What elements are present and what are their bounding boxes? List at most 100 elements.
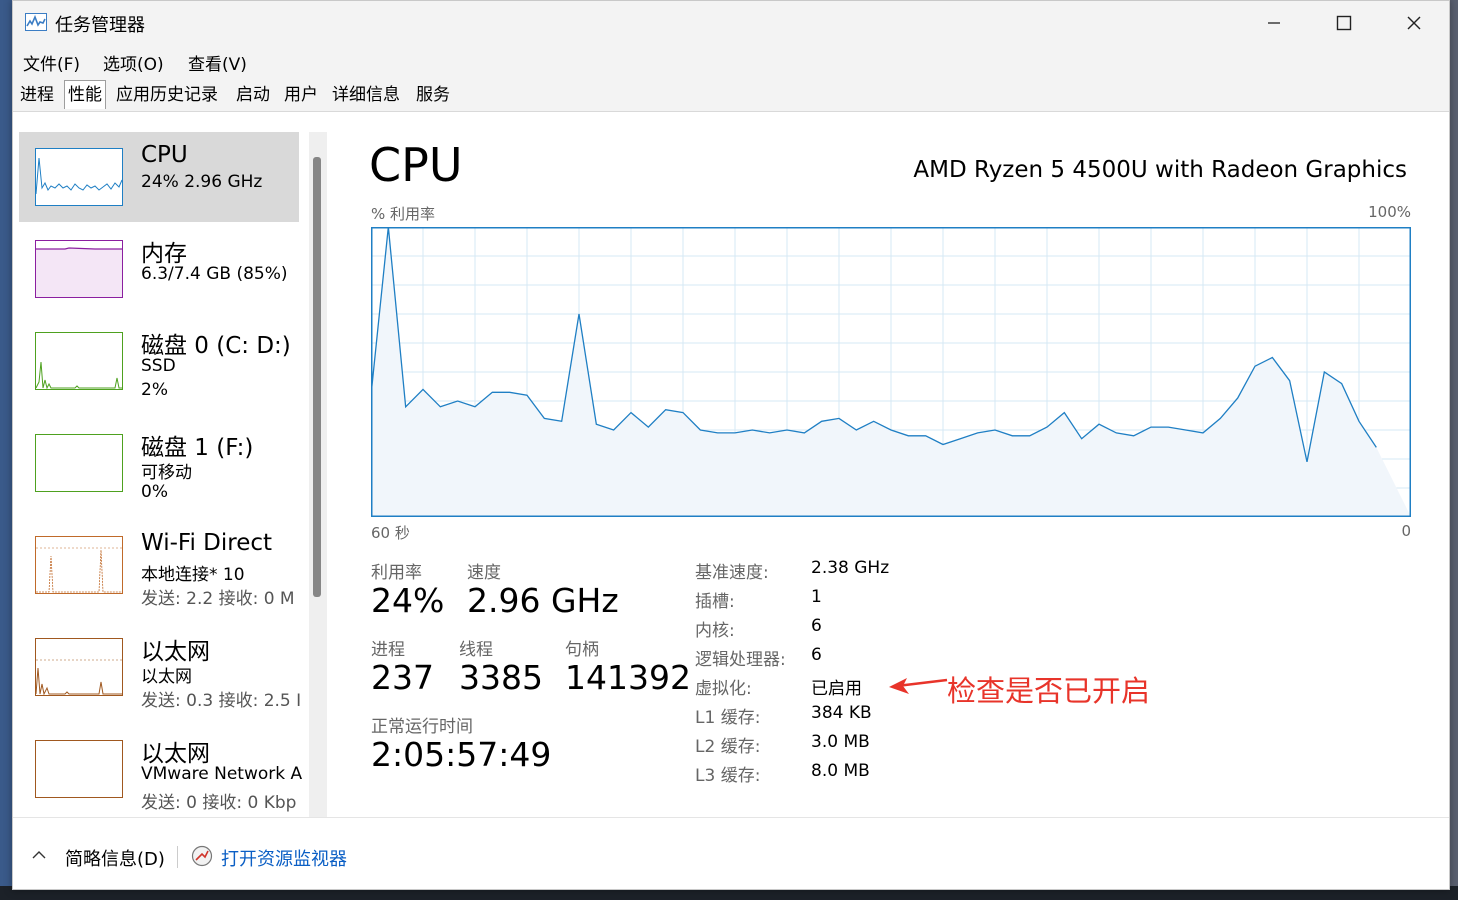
task-manager-window: 任务管理器 文件(F) 选项(O) 查看(V) 进程 性能 应用历史记录 启动 … [12,0,1450,890]
disk1-thumbnail-graph [35,434,123,492]
fewer-details-button[interactable]: 简略信息(D) [65,845,165,871]
minimize-button[interactable] [1239,1,1309,45]
tab-bar: 进程 性能 应用历史记录 启动 用户 详细信息 服务 [13,77,1449,112]
sidebar-item-disk-1-usage: 0% [141,482,168,502]
sidebar-scrollbar[interactable] [309,132,327,817]
l1-cache-value: 384 KB [811,703,872,723]
sidebar-item-ethernet-2[interactable]: 以太网 VMware Network A 发送: 0 接收: 0 Kbp [19,724,303,814]
tab-services[interactable]: 服务 [413,81,453,109]
annotation-arrow-icon [889,678,948,694]
sidebar-item-wifi-direct-throughput: 发送: 2.2 接收: 0 M [141,589,295,609]
graph-x-left-label: 60 秒 [371,524,410,542]
utilization-value: 24% [371,581,445,620]
cpu-thumbnail-graph [35,148,123,206]
sidebar-item-ethernet-2-throughput: 发送: 0 接收: 0 Kbp [141,793,297,813]
sockets-label: 插槽: [695,592,735,612]
footer-bar: 简略信息(D) 打开资源监视器 [13,817,1449,889]
sidebar-item-disk-0-name: 磁盘 0 (C: D:) [141,333,291,359]
title-bar: 任务管理器 [13,1,1449,45]
handles-label: 句柄 [565,640,599,660]
base-speed-label: 基准速度: [695,563,769,583]
tab-app-history[interactable]: 应用历史记录 [113,81,221,109]
sidebar-item-disk-0-usage: 2% [141,380,168,400]
close-button[interactable] [1379,1,1449,45]
cores-value: 6 [811,616,822,636]
tab-processes[interactable]: 进程 [17,81,57,109]
menu-view[interactable]: 查看(V) [188,50,247,75]
sidebar-item-memory-name: 内存 [141,241,187,267]
l3-cache-label: L3 缓存: [695,766,761,786]
sidebar-item-disk-0[interactable]: 磁盘 0 (C: D:) SSD 2% [19,316,299,406]
utilization-label: 利用率 [371,563,422,583]
sidebar-item-cpu-detail: 24% 2.96 GHz [141,172,263,192]
threads-value: 3385 [459,658,543,697]
l1-cache-label: L1 缓存: [695,708,761,728]
l2-cache-label: L2 缓存: [695,737,761,757]
uptime-value: 2:05:57:49 [371,735,552,774]
speed-label: 速度 [467,563,501,583]
resource-sidebar: CPU 24% 2.96 GHz 内存 6.3/7.4 GB (85%) 磁盘 … [13,112,331,817]
uptime-label: 正常运行时间 [371,717,473,737]
virtualization-value: 已启用 [811,679,862,699]
sidebar-item-ethernet-2-adapter: VMware Network A [141,764,303,784]
processes-value: 237 [371,658,434,697]
graph-y-max-label: 100% [1368,203,1411,221]
tab-details[interactable]: 详细信息 [329,81,403,109]
tab-users[interactable]: 用户 [281,81,321,109]
sidebar-item-cpu[interactable]: CPU 24% 2.96 GHz [19,132,299,222]
window-title: 任务管理器 [55,15,145,36]
cpu-detail-panel: CPU AMD Ryzen 5 4500U with Radeon Graphi… [331,112,1449,817]
sidebar-item-memory[interactable]: 内存 6.3/7.4 GB (85%) [19,224,299,314]
page-title: CPU [369,138,463,192]
menu-options[interactable]: 选项(O) [103,50,164,75]
sidebar-item-wifi-direct[interactable]: Wi-Fi Direct 本地连接* 10 发送: 2.2 接收: 0 M [19,520,299,610]
l3-cache-value: 8.0 MB [811,761,870,781]
footer-divider [177,846,178,868]
resource-monitor-icon [191,845,213,867]
ethernet2-thumbnail-graph [35,740,123,798]
sidebar-item-ethernet-1-throughput: 发送: 0.3 接收: 2.5 I [141,691,302,711]
processes-label: 进程 [371,640,405,660]
disk0-thumbnail-graph [35,332,123,390]
handles-value: 141392 [565,658,691,697]
speed-value: 2.96 GHz [467,581,619,620]
sidebar-item-ethernet-1-adapter: 以太网 [141,667,192,687]
base-speed-value: 2.38 GHz [811,558,890,578]
task-manager-icon [25,13,47,31]
l2-cache-value: 3.0 MB [811,732,870,752]
cpu-model-name: AMD Ryzen 5 4500U with Radeon Graphics [913,157,1407,183]
wifi-direct-thumbnail-graph [35,536,123,594]
logical-processors-value: 6 [811,645,822,665]
sidebar-item-ethernet-1[interactable]: 以太网 以太网 发送: 0.3 接收: 2.5 I [19,622,302,712]
chevron-up-icon[interactable] [31,848,47,860]
menu-bar: 文件(F) 选项(O) 查看(V) [13,45,1449,77]
sidebar-item-wifi-direct-adapter: 本地连接* 10 [141,565,245,585]
sidebar-item-disk-1[interactable]: 磁盘 1 (F:) 可移动 0% [19,418,299,508]
virtualization-label: 虚拟化: [695,679,752,699]
sidebar-item-ethernet-2-name: 以太网 [141,741,210,767]
sidebar-item-disk-0-type: SSD [141,356,176,376]
logical-processors-label: 逻辑处理器: [695,650,786,670]
sidebar-item-cpu-name: CPU [141,142,188,168]
ethernet1-thumbnail-graph [35,638,123,696]
sidebar-item-ethernet-1-name: 以太网 [141,639,210,665]
maximize-icon [1336,15,1352,31]
cores-label: 内核: [695,621,735,641]
tab-performance[interactable]: 性能 [64,80,106,109]
sidebar-item-disk-1-name: 磁盘 1 (F:) [141,435,254,461]
sockets-value: 1 [811,587,822,607]
close-icon [1407,16,1421,30]
tab-startup[interactable]: 启动 [233,81,273,109]
minimize-icon [1268,22,1280,24]
sidebar-item-memory-detail: 6.3/7.4 GB (85%) [141,264,288,284]
menu-file[interactable]: 文件(F) [23,50,80,75]
sidebar-item-disk-1-type: 可移动 [141,463,192,483]
sidebar-item-wifi-direct-name: Wi-Fi Direct [141,530,273,556]
threads-label: 线程 [459,640,493,660]
graph-y-label: % 利用率 [371,205,436,223]
annotation-note: 检查是否已开启 [947,674,1151,708]
sidebar-scrollbar-thumb[interactable] [313,157,321,597]
open-resource-monitor-link[interactable]: 打开资源监视器 [221,845,347,871]
graph-x-right-label: 0 [1401,522,1411,540]
maximize-button[interactable] [1309,1,1379,45]
